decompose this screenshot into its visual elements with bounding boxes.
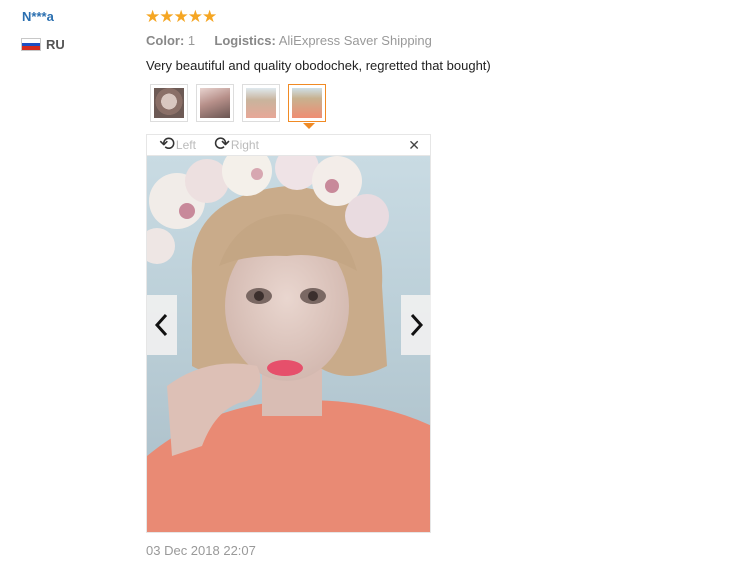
rotate-left-icon: ⟲ [159, 134, 175, 155]
color-label: Color: [146, 33, 185, 48]
rotate-right-button[interactable]: ⟳ Right [214, 134, 259, 155]
photo-thumbnail-active[interactable] [288, 84, 326, 122]
order-info: Color: 1 Logistics: AliExpress Saver Shi… [146, 33, 432, 48]
reviewer-name[interactable]: N***a [22, 9, 54, 24]
photo-thumbnail[interactable] [196, 84, 234, 122]
active-thumbnail-pointer [303, 123, 315, 129]
rotate-left-label: Left [175, 138, 196, 152]
photo-viewer-toolbar: ⟲ Left ⟳ Right ✕ [146, 134, 431, 155]
logistics-value: AliExpress Saver Shipping [278, 33, 432, 48]
photo-thumbnail[interactable] [242, 84, 280, 122]
next-photo-button[interactable] [401, 295, 431, 355]
previous-photo-button[interactable] [147, 295, 177, 355]
close-icon[interactable]: ✕ [408, 137, 420, 154]
chevron-right-icon [410, 313, 424, 337]
rotate-right-icon: ⟳ [214, 134, 230, 155]
rotate-left-button[interactable]: ⟲ Left [159, 134, 196, 155]
russia-flag-icon [21, 38, 41, 51]
star-rating: ★★★★★ [145, 7, 217, 26]
review-text: Very beautiful and quality obodochek, re… [146, 58, 491, 73]
logistics-label: Logistics: [214, 33, 276, 48]
reviewer-country: RU [46, 37, 65, 52]
color-value: 1 [187, 33, 196, 48]
review-date: 03 Dec 2018 22:07 [146, 543, 256, 558]
review-photo [146, 155, 431, 533]
chevron-left-icon [154, 313, 168, 337]
rotate-right-label: Right [230, 138, 259, 152]
photo-thumbnail[interactable] [150, 84, 188, 122]
